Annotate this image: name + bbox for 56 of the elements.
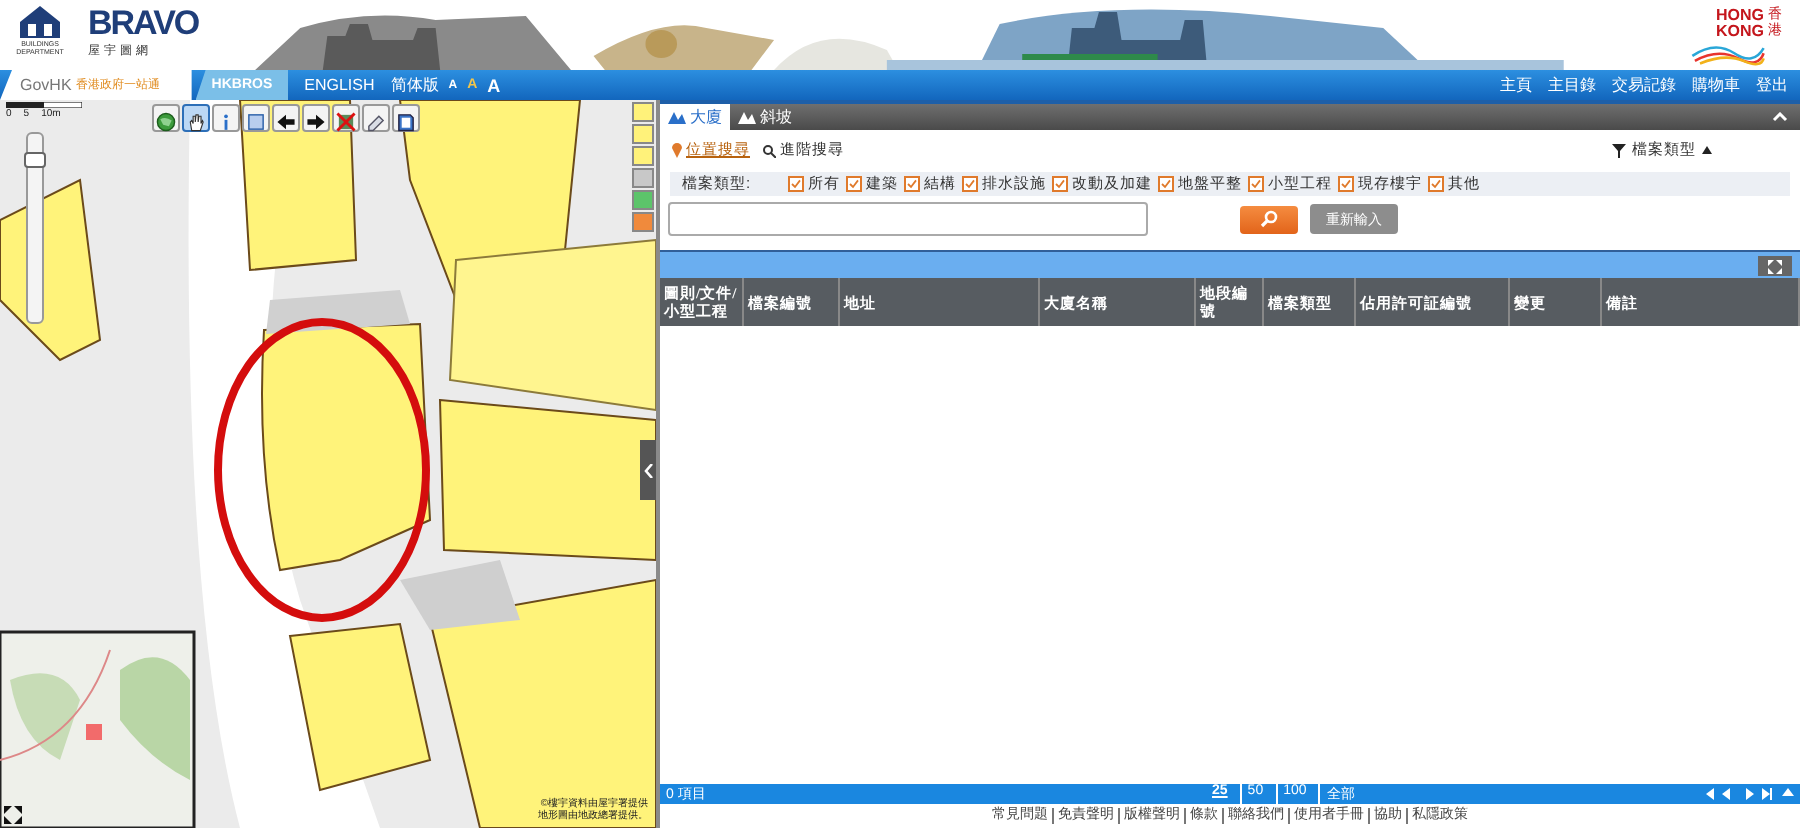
nav-link[interactable]: 交易記錄 bbox=[1612, 74, 1676, 96]
pan-icon bbox=[186, 108, 206, 136]
scale-bar-icon bbox=[6, 102, 82, 108]
caret-icon bbox=[1702, 146, 1712, 154]
govhk-logo: GovHK bbox=[20, 76, 72, 94]
language-link[interactable]: 简体版 bbox=[390, 74, 439, 96]
fullscreen-icon bbox=[1768, 259, 1782, 273]
box-tool-button[interactable] bbox=[242, 104, 270, 132]
eraser-tool-button[interactable] bbox=[362, 104, 390, 132]
fullscreen-button[interactable] bbox=[1758, 256, 1792, 276]
checkbox[interactable] bbox=[1338, 176, 1355, 192]
location-pin-icon bbox=[672, 142, 682, 158]
checkbox[interactable] bbox=[1052, 176, 1069, 192]
book-icon bbox=[396, 108, 416, 136]
building-logo-icon bbox=[16, 4, 64, 40]
info-tool-button[interactable] bbox=[212, 104, 240, 132]
search-icon bbox=[1260, 210, 1278, 228]
box-icon bbox=[246, 108, 266, 136]
mountain-icon bbox=[738, 110, 756, 124]
globe-icon bbox=[156, 108, 176, 136]
brand-logo: BRAVO bbox=[88, 6, 199, 42]
checkbox[interactable] bbox=[1158, 176, 1175, 192]
clear-tool-button[interactable] bbox=[332, 104, 360, 132]
search-field[interactable] bbox=[668, 202, 1148, 236]
clear-icon bbox=[336, 108, 356, 136]
nav-link[interactable]: 主頁 bbox=[1500, 74, 1532, 96]
mountain-icon bbox=[668, 110, 686, 124]
search-button[interactable] bbox=[1240, 205, 1298, 233]
nav-link[interactable]: 主目錄 bbox=[1548, 74, 1596, 96]
checkbox[interactable] bbox=[1248, 176, 1265, 192]
zoom-thumb[interactable] bbox=[24, 151, 46, 168]
pan-tool-button[interactable] bbox=[182, 104, 210, 132]
tab[interactable]: 斜坡 bbox=[730, 104, 800, 130]
search-icon bbox=[762, 143, 776, 157]
globe-tool-button[interactable] bbox=[152, 104, 180, 132]
collapse-icon[interactable] bbox=[1772, 112, 1788, 122]
back-tool-button[interactable] bbox=[272, 104, 300, 132]
book-tool-button[interactable] bbox=[392, 104, 420, 132]
font-size-link[interactable]: A bbox=[487, 75, 501, 95]
zoom-slider[interactable] bbox=[26, 132, 44, 324]
forward-tool-button[interactable] bbox=[302, 104, 330, 132]
checkbox[interactable] bbox=[788, 176, 805, 192]
checkbox[interactable] bbox=[1428, 176, 1445, 192]
filter-icon bbox=[1612, 143, 1626, 157]
nav-link[interactable]: 登出 bbox=[1756, 74, 1788, 96]
tab[interactable]: 大廈 bbox=[660, 104, 730, 130]
collapse-handle[interactable] bbox=[640, 440, 656, 500]
hong-kong-logo: HONG KONG bbox=[1714, 8, 1764, 40]
expand-icon[interactable] bbox=[4, 806, 22, 824]
chevron-icon bbox=[643, 463, 653, 477]
checkbox[interactable] bbox=[962, 176, 979, 192]
checkbox[interactable] bbox=[846, 176, 863, 192]
pager-icon[interactable] bbox=[1706, 788, 1794, 800]
language-link[interactable]: ENGLISH bbox=[304, 76, 375, 94]
nav-link[interactable]: 購物車 bbox=[1692, 74, 1740, 96]
checkbox[interactable] bbox=[904, 176, 921, 192]
